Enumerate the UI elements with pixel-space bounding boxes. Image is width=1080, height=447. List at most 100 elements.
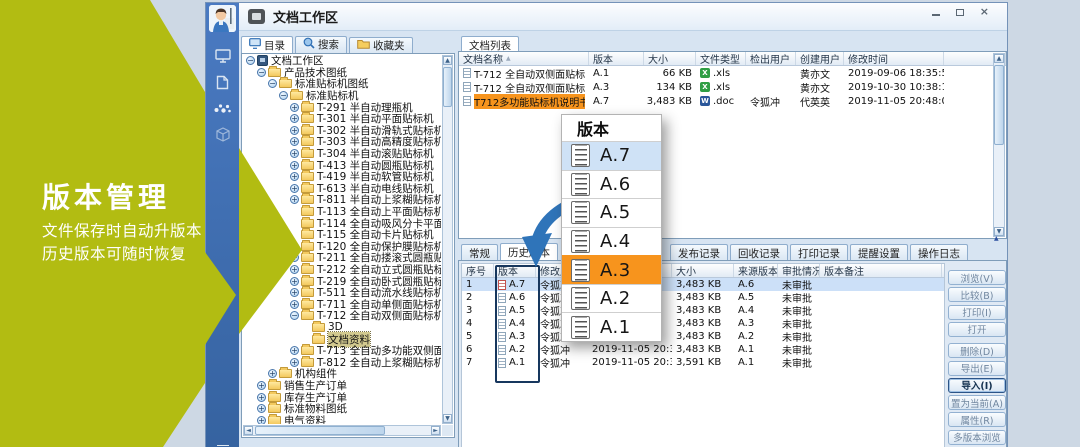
version-popup-item[interactable]: A.5 xyxy=(562,198,661,227)
tab-收藏夹[interactable]: 收藏夹 xyxy=(349,36,413,54)
button-置为当前(A)[interactable]: 置为当前(A) xyxy=(948,395,1006,411)
monitor-icon[interactable] xyxy=(206,43,239,69)
doc-name-cell[interactable]: T712多功能贴标机说明书.doc xyxy=(459,93,589,109)
doc-name-cell[interactable]: T-712 全自动双侧面贴标机... xyxy=(459,66,589,81)
column-header[interactable]: 版本备注 xyxy=(820,264,942,277)
button-导入(I)[interactable]: 导入(I) xyxy=(948,377,1006,393)
scroll-up-icon[interactable]: ▲ xyxy=(443,56,452,65)
table-row[interactable]: T712多功能贴标机说明书.doc A.7 3,483 KB W.doc 令狐冲 代英英 2… xyxy=(459,93,1006,109)
history-row[interactable]: 3 A.5 令狐冲 3,483 KB A.4 未审批 xyxy=(462,304,944,318)
collapse-icon[interactable]: − xyxy=(279,91,288,101)
collapse-icon[interactable]: − xyxy=(257,67,266,77)
version-popup-item[interactable]: A.4 xyxy=(562,226,661,256)
cube-icon[interactable] xyxy=(206,121,239,147)
history-row[interactable]: 6A.2令狐冲2019-11-05 20:37:413,483 KBA.1未审批 xyxy=(462,343,944,357)
history-row[interactable]: 5 A.3 令狐冲 3,483 KB A.2 未审批 xyxy=(462,330,944,344)
folder-icon xyxy=(312,320,325,332)
expand-icon[interactable]: + xyxy=(290,183,299,193)
version-popup-item[interactable]: A.7 xyxy=(562,141,661,170)
expand-icon[interactable]: + xyxy=(290,125,299,135)
button-比较(B)[interactable]: 比较(B) xyxy=(948,287,1006,303)
scroll-thumb[interactable] xyxy=(255,426,385,435)
expand-icon[interactable]: + xyxy=(290,160,299,170)
minimize-icon[interactable] xyxy=(931,8,940,16)
tab-发布记录[interactable]: 发布记录 xyxy=(670,244,728,261)
expand-icon[interactable]: + xyxy=(290,276,299,286)
expand-icon[interactable]: + xyxy=(268,369,277,379)
tab-提醒设置[interactable]: 提醒设置 xyxy=(850,244,908,261)
scroll-down-icon[interactable]: ▼ xyxy=(443,414,452,423)
column-header[interactable]: 来源版本 xyxy=(734,264,778,277)
tab-常规[interactable]: 常规 xyxy=(461,244,498,261)
expand-icon[interactable]: + xyxy=(290,288,299,298)
version-popup-item[interactable]: A.3 xyxy=(562,255,661,284)
column-header[interactable]: 文档名称 ▲ xyxy=(459,52,589,65)
column-header[interactable]: 大小 xyxy=(672,264,734,277)
tab-目录[interactable]: 目录 xyxy=(241,35,293,54)
column-header[interactable]: 创建用户 xyxy=(796,52,844,65)
expand-icon[interactable]: + xyxy=(290,137,299,147)
tab-搜索[interactable]: 搜索 xyxy=(295,35,347,53)
expand-icon[interactable]: + xyxy=(290,149,299,159)
collapse-icon[interactable]: − xyxy=(268,79,277,89)
expand-icon[interactable]: + xyxy=(257,415,266,424)
collapse-icon[interactable]: − xyxy=(246,56,255,66)
tree-horizontal-scrollbar[interactable]: ◄ ► xyxy=(243,425,441,436)
column-header[interactable]: 序号 xyxy=(462,264,494,277)
tree-item[interactable]: + 标准物料图纸 xyxy=(243,402,441,415)
scroll-left-icon[interactable]: ◄ xyxy=(244,426,253,435)
column-header[interactable]: 大小 xyxy=(644,52,696,65)
button-导出(E)[interactable]: 导出(E) xyxy=(948,360,1006,376)
collapse-icon[interactable]: − xyxy=(290,311,299,321)
tree-item[interactable]: − T-712 全自动双侧面贴标机 xyxy=(243,309,441,322)
table-row[interactable]: T-712 全自动双侧面贴标机... A.1 66 KB X.xls 黄亦文 2019-0… xyxy=(459,66,1006,81)
column-header[interactable]: 文件类型 xyxy=(696,52,746,65)
history-row[interactable]: 7 A.1 令狐冲 2019-11-05 20:37:11 3,591 KB A.1 未审批 xyxy=(462,356,944,370)
button-删除(D)[interactable]: 删除(D) xyxy=(948,343,1006,359)
tree-item[interactable]: + T-812 全自动上浆糊贴标机 xyxy=(243,355,441,369)
expand-icon[interactable]: + xyxy=(257,392,266,402)
scroll-thumb[interactable] xyxy=(994,65,1004,145)
maximize-icon[interactable] xyxy=(955,8,964,16)
scroll-right-icon[interactable]: ► xyxy=(431,426,440,435)
expand-icon[interactable]: + xyxy=(290,264,299,274)
user-avatar[interactable] xyxy=(209,5,236,32)
button-属性(R)[interactable]: 属性(R) xyxy=(948,412,1006,428)
expand-icon[interactable]: + xyxy=(290,253,299,263)
column-header[interactable]: 版本 xyxy=(589,52,644,65)
tab-回收记录[interactable]: 回收记录 xyxy=(730,244,788,261)
expand-icon[interactable]: + xyxy=(290,299,299,309)
close-icon[interactable]: × xyxy=(980,6,989,17)
doc-list-scrollbar[interactable]: ▲ ▼ xyxy=(993,53,1005,237)
scroll-thumb[interactable] xyxy=(443,67,452,107)
tab-操作日志[interactable]: 操作日志 xyxy=(910,244,968,261)
expand-icon[interactable]: + xyxy=(290,195,299,205)
button-多版本浏览[interactable]: 多版本浏览 xyxy=(948,429,1006,445)
activity-dots-icon[interactable] xyxy=(206,95,239,121)
document-icon[interactable] xyxy=(206,69,239,95)
expand-icon[interactable]: + xyxy=(290,346,299,356)
expand-icon[interactable]: + xyxy=(290,172,299,182)
history-row[interactable]: 4 A.4 令狐冲 3,483 KB A.3 未审批 xyxy=(462,317,944,331)
tab-打印记录[interactable]: 打印记录 xyxy=(790,244,848,261)
column-header[interactable]: 修改时间 xyxy=(844,52,944,65)
column-header[interactable]: 审批情况 xyxy=(778,264,820,277)
button-打开[interactable]: 打开 xyxy=(948,321,1006,337)
doc-name-cell[interactable]: T-712 全自动双侧面贴标机... xyxy=(459,80,589,95)
column-header[interactable]: 检出用户 xyxy=(746,52,796,65)
button-打印(I)[interactable]: 打印(I) xyxy=(948,304,1006,320)
scroll-up-icon[interactable]: ▲ xyxy=(994,54,1004,63)
splitter-handle[interactable]: ▲ xyxy=(994,235,999,242)
button-浏览(V)[interactable]: 浏览(V) xyxy=(948,270,1006,285)
expand-icon[interactable]: + xyxy=(290,102,299,112)
expand-icon[interactable]: + xyxy=(290,114,299,124)
table-row[interactable]: T-712 全自动双侧面贴标机... A.3 134 KB X.xls 黄亦文 2019-… xyxy=(459,80,1006,95)
version-popup-item[interactable]: A.6 xyxy=(562,169,661,199)
expand-icon[interactable]: + xyxy=(290,241,299,251)
tree-vertical-scrollbar[interactable]: ▲ ▼ xyxy=(442,55,453,424)
expand-icon[interactable]: + xyxy=(257,380,266,390)
history-row[interactable]: 2 A.6 令狐冲 3,483 KB A.5 未审批 xyxy=(462,291,944,305)
expand-icon[interactable]: + xyxy=(257,404,266,414)
version-popup-item[interactable]: A.2 xyxy=(562,283,661,313)
version-popup-item[interactable]: A.1 xyxy=(562,312,661,342)
